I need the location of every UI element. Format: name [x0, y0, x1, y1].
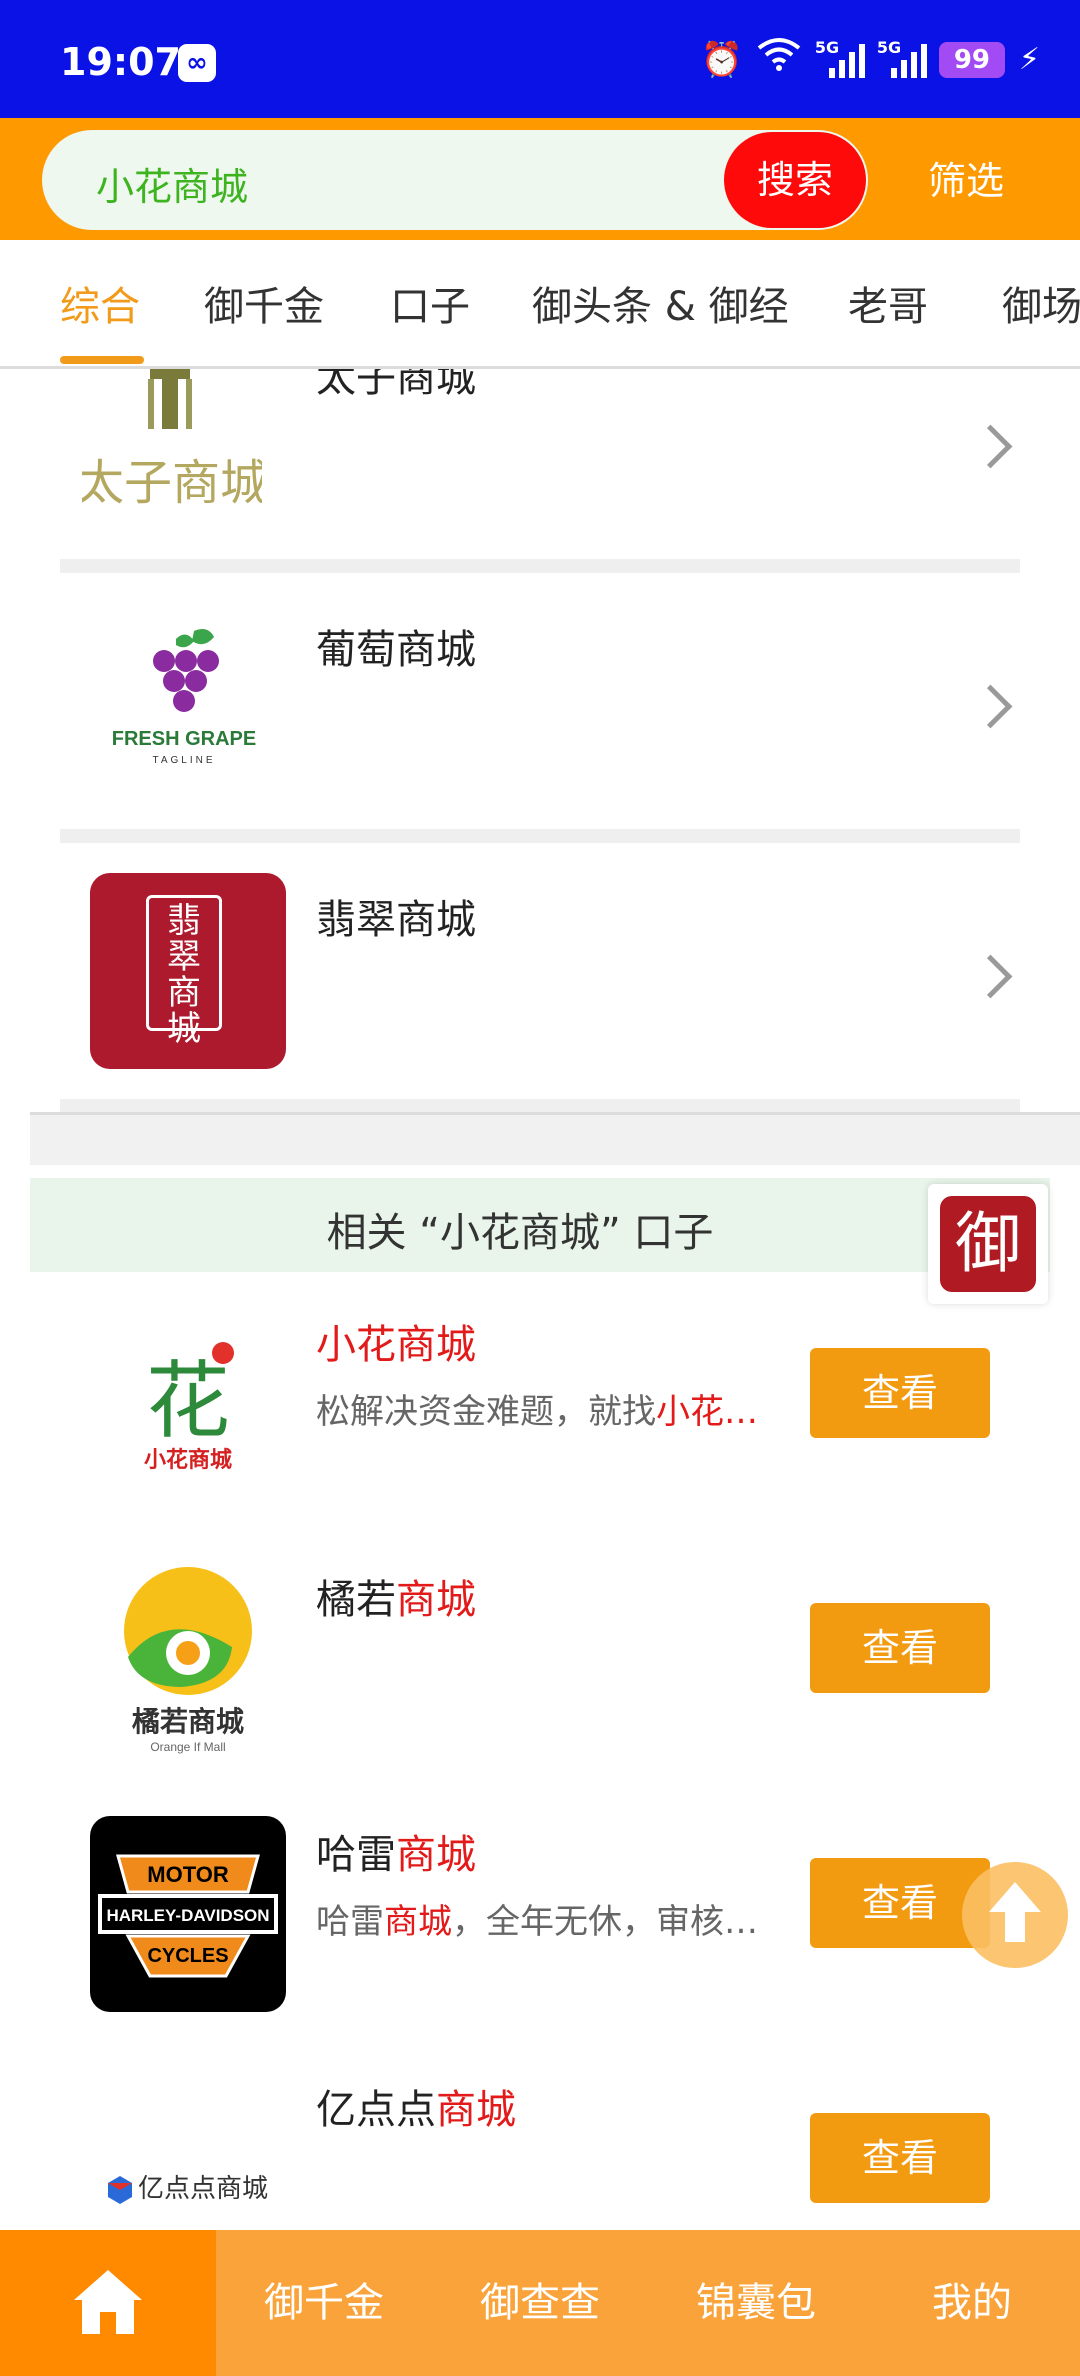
signal-icon-2: 5G	[877, 38, 927, 82]
tab-laoge[interactable]: 老哥	[848, 274, 928, 332]
search-query-text[interactable]: 小花商城	[96, 156, 248, 211]
view-button[interactable]: 查看	[810, 1603, 990, 1693]
mall-row-feicui[interactable]: 翡翠商城 翡翠商城	[60, 843, 1020, 1099]
status-bar: 19:07 ∞ ⏰ 5G 5G 99 ⚡	[0, 0, 1080, 118]
chevron-right-icon	[968, 954, 1013, 999]
app-notification-icon: ∞	[178, 44, 216, 82]
nav-jinnangbao[interactable]: 锦囊包	[648, 2230, 864, 2376]
search-button[interactable]: 搜索	[724, 132, 866, 228]
mall-row-taizi[interactable]: 太子商城 太子商城	[60, 369, 1020, 559]
mall-row-grape[interactable]: FRESH GRAPE TAGLINE 葡萄商城	[60, 573, 1020, 829]
mall-name: 翡翠商城	[316, 897, 476, 943]
tab-kouzi[interactable]: 口子	[390, 274, 470, 332]
juruo-logo: 橘若商城 Orange If Mall	[90, 1561, 286, 1757]
item-title: 亿点点商城	[316, 2087, 516, 2133]
related-section-header: 相关 “小花商城” 口子	[30, 1178, 1050, 1272]
bottom-nav: 御千金 御查查 锦囊包 我的	[0, 2230, 1080, 2376]
status-time: 19:07	[60, 40, 181, 84]
tab-yuqianjin[interactable]: 御千金	[204, 274, 324, 332]
item-title: 橘若商城	[316, 1577, 476, 1623]
list-item[interactable]: 橘若商城 Orange If Mall 橘若商城 查看	[60, 1549, 1020, 1779]
svg-text:橘若商城: 橘若商城	[132, 1705, 244, 1738]
battery-indicator: 99	[938, 41, 1005, 78]
svg-text:Orange If Mall: Orange If Mall	[150, 1740, 225, 1754]
tab-comprehensive[interactable]: 综合	[60, 274, 140, 332]
feicui-logo: 翡翠商城	[90, 873, 286, 1069]
svg-text:亿点点商城: 亿点点商城	[138, 2174, 268, 2204]
xiaohua-logo: 花 小花商城	[90, 1306, 286, 1502]
mall-name: 葡萄商城	[316, 627, 476, 673]
nav-yuqianjin[interactable]: 御千金	[216, 2230, 432, 2376]
svg-text:HARLEY-DAVIDSON: HARLEY-DAVIDSON	[106, 1906, 269, 1925]
yu-seal-icon: 御	[940, 1196, 1036, 1292]
active-tab-indicator	[60, 356, 144, 364]
chevron-right-icon	[968, 684, 1013, 729]
wifi-icon	[757, 36, 801, 83]
nav-home[interactable]	[0, 2230, 216, 2376]
taizi-logo: 太子商城	[76, 369, 268, 529]
view-button[interactable]: 查看	[810, 1348, 990, 1438]
feicui-logo-text: 翡翠商城	[167, 901, 201, 1049]
item-title: 哈雷商城	[316, 1832, 476, 1878]
grape-logo: FRESH GRAPE TAGLINE	[94, 617, 274, 777]
list-item[interactable]: MOTOR HARLEY-DAVIDSON CYCLES 哈雷商城 哈雷商城，全…	[60, 1804, 1020, 2034]
divider	[60, 559, 1020, 573]
view-button[interactable]: 查看	[810, 2113, 990, 2203]
category-tabs: 综合 御千金 口子 御头条 & 御经 老哥 御场	[0, 240, 1080, 369]
home-icon	[74, 2270, 142, 2334]
chevron-right-icon	[968, 424, 1013, 469]
item-description: 松解决资金难题，就找小花…	[316, 1392, 758, 1432]
item-title: 小花商城	[316, 1322, 476, 1368]
nav-yuchacha[interactable]: 御查查	[432, 2230, 648, 2376]
tab-yutoutiao[interactable]: 御头条 & 御经	[532, 274, 789, 332]
harley-logo: MOTOR HARLEY-DAVIDSON CYCLES	[90, 1816, 286, 2012]
floating-yu-badge[interactable]: 御	[928, 1184, 1048, 1304]
grape-logo-text: FRESH GRAPE	[112, 728, 256, 750]
taizi-logo-text: 太子商城	[82, 455, 262, 511]
nav-mine[interactable]: 我的	[864, 2230, 1080, 2376]
section-divider	[30, 1112, 1080, 1165]
mall-name: 太子商城	[316, 369, 476, 401]
filter-button[interactable]: 筛选	[928, 150, 1004, 205]
tab-yuchang[interactable]: 御场	[1002, 274, 1080, 332]
arrow-up-icon	[989, 1882, 1041, 1912]
related-title: 相关 “小花商城” 口子	[326, 1210, 714, 1256]
svg-text:MOTOR: MOTOR	[147, 1862, 229, 1887]
divider	[60, 1099, 1020, 1113]
grape-logo-sub: TAGLINE	[152, 755, 215, 766]
back-to-top-button[interactable]	[962, 1862, 1068, 1968]
divider	[60, 829, 1020, 843]
alarm-icon: ⏰	[700, 39, 743, 80]
svg-text:CYCLES: CYCLES	[147, 1945, 228, 1967]
item-description: 哈雷商城，全年无休，审核…	[316, 1902, 758, 1942]
charging-bolt-icon: ⚡	[1018, 41, 1040, 77]
list-item[interactable]: 花 小花商城 小花商城 松解决资金难题，就找小花… 查看	[60, 1294, 1020, 1524]
signal-icon-1: 5G	[815, 38, 865, 82]
